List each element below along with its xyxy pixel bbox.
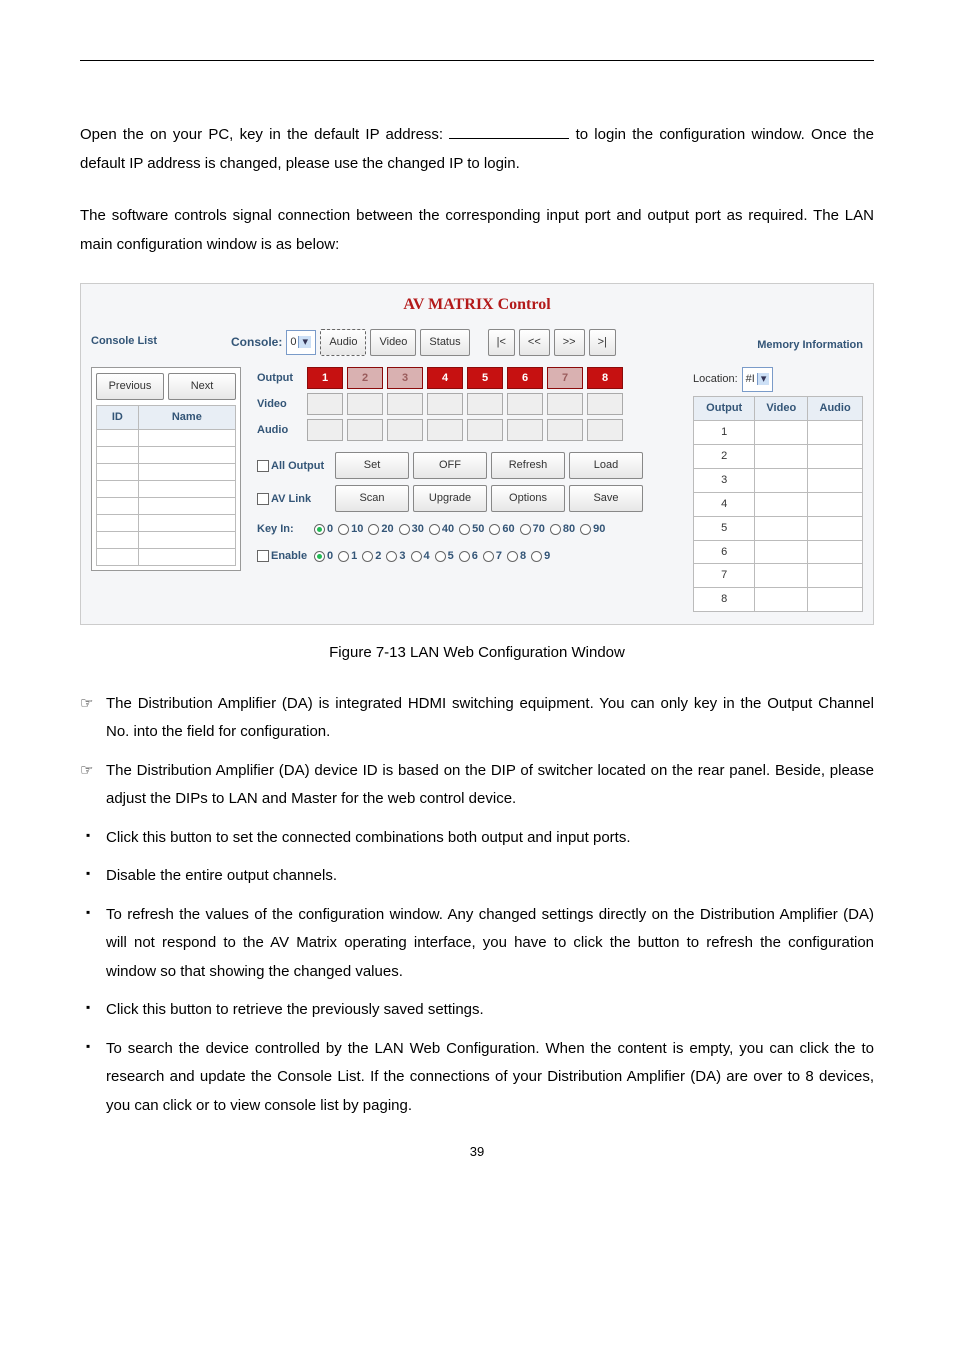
col-name: Name bbox=[138, 406, 235, 430]
mem-col-output: Output bbox=[694, 397, 755, 421]
note-6: Click this button to retrieve the previo… bbox=[80, 996, 874, 1025]
av-link-checkbox[interactable] bbox=[257, 493, 269, 505]
output-5[interactable]: 5 bbox=[467, 367, 503, 389]
previous-button[interactable]: Previous bbox=[96, 373, 164, 400]
set-button[interactable]: Set bbox=[335, 452, 409, 479]
output-row-label: Output bbox=[257, 368, 303, 389]
note-5: To refresh the values of the configurati… bbox=[80, 901, 874, 987]
memory-table: Output Video Audio 1 2 3 4 5 6 7 8 bbox=[693, 396, 863, 612]
video-row-label: Video bbox=[257, 394, 303, 415]
enable-checkbox[interactable] bbox=[257, 550, 269, 562]
all-output-label: All Output bbox=[271, 460, 324, 472]
location-select[interactable]: #I▾ bbox=[742, 367, 774, 392]
next-button[interactable]: Next bbox=[168, 373, 236, 400]
note-2: The Distribution Amplifier (DA) device I… bbox=[80, 757, 874, 814]
console-label: Console: bbox=[231, 331, 282, 354]
console-list-table: IDName bbox=[96, 405, 236, 566]
load-button[interactable]: Load bbox=[569, 452, 643, 479]
output-8[interactable]: 8 bbox=[587, 367, 623, 389]
video-button[interactable]: Video bbox=[370, 329, 416, 356]
av-matrix-screenshot: AV MATRIX Control Console List Console: … bbox=[80, 283, 874, 625]
save-button[interactable]: Save bbox=[569, 485, 643, 512]
output-7[interactable]: 7 bbox=[547, 367, 583, 389]
intro-para-1: Open the on your PC, key in the default … bbox=[80, 121, 874, 178]
keyin-label: Key In: bbox=[257, 519, 309, 540]
blank-ip bbox=[449, 123, 569, 139]
scan-button[interactable]: Scan bbox=[335, 485, 409, 512]
nav-last-button[interactable]: >| bbox=[589, 329, 616, 356]
status-button[interactable]: Status bbox=[420, 329, 469, 356]
figure-caption: Figure 7-13 LAN Web Configuration Window bbox=[80, 639, 874, 668]
output-6[interactable]: 6 bbox=[507, 367, 543, 389]
enable-label: Enable bbox=[271, 550, 307, 562]
note-4: Disable the entire output channels. bbox=[80, 862, 874, 891]
panel-title: AV MATRIX Control bbox=[91, 290, 863, 320]
enable-radio[interactable] bbox=[314, 551, 325, 562]
t: to login the bbox=[576, 126, 660, 143]
note-7: To search the device controlled by the L… bbox=[80, 1035, 874, 1121]
location-label: Location: bbox=[693, 369, 738, 390]
video-cell[interactable] bbox=[307, 393, 343, 415]
note-3: Click this button to set the connected c… bbox=[80, 824, 874, 853]
audio-button[interactable]: Audio bbox=[320, 329, 366, 356]
console-select[interactable]: 0▾ bbox=[286, 330, 316, 355]
nav-first-button[interactable]: |< bbox=[488, 329, 515, 356]
audio-cell[interactable] bbox=[307, 419, 343, 441]
note-1: The Distribution Amplifier (DA) is integ… bbox=[80, 690, 874, 747]
output-2[interactable]: 2 bbox=[347, 367, 383, 389]
nav-next-button[interactable]: >> bbox=[554, 329, 585, 356]
page-number: 39 bbox=[80, 1140, 874, 1165]
console-list-heading: Console List bbox=[91, 331, 231, 352]
keyin-radio[interactable] bbox=[314, 524, 325, 535]
mem-col-video: Video bbox=[755, 397, 808, 421]
output-3[interactable]: 3 bbox=[387, 367, 423, 389]
upgrade-button[interactable]: Upgrade bbox=[413, 485, 487, 512]
col-id: ID bbox=[97, 406, 139, 430]
off-button[interactable]: OFF bbox=[413, 452, 487, 479]
av-link-label: AV Link bbox=[271, 493, 311, 505]
output-4[interactable]: 4 bbox=[427, 367, 463, 389]
refresh-button[interactable]: Refresh bbox=[491, 452, 565, 479]
output-1[interactable]: 1 bbox=[307, 367, 343, 389]
options-button[interactable]: Options bbox=[491, 485, 565, 512]
nav-prev-button[interactable]: << bbox=[519, 329, 550, 356]
audio-row-label: Audio bbox=[257, 420, 303, 441]
all-output-checkbox[interactable] bbox=[257, 460, 269, 472]
t: Open the bbox=[80, 126, 150, 143]
mem-col-audio: Audio bbox=[808, 397, 863, 421]
memory-info-heading: Memory Information bbox=[757, 339, 863, 351]
t: on your PC, key in the default IP addres… bbox=[150, 126, 449, 143]
intro-para-2: The software controls signal connection … bbox=[80, 202, 874, 259]
